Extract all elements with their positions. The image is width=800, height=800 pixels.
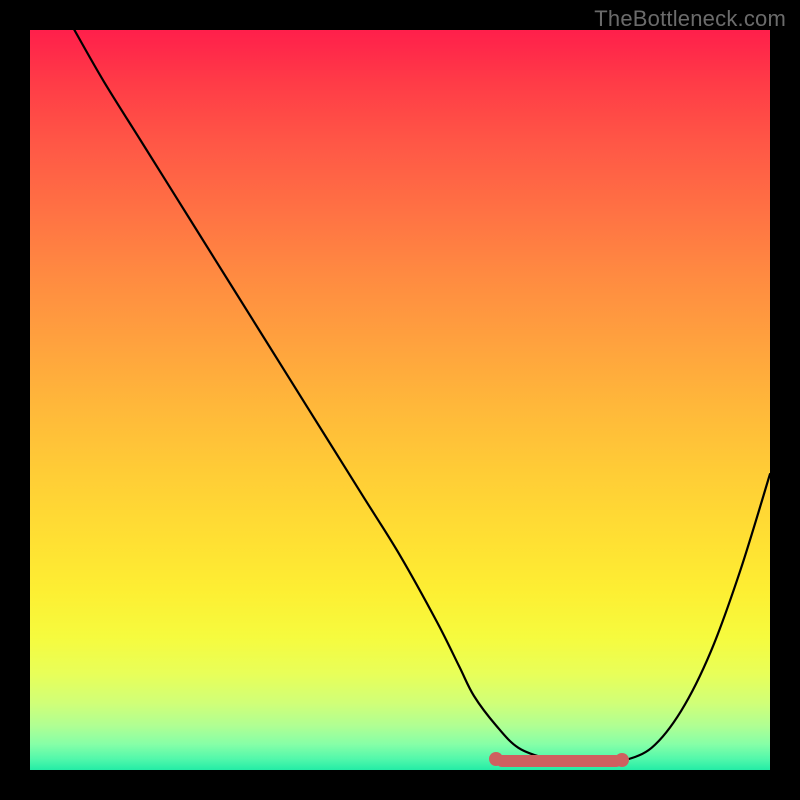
chart-frame: TheBottleneck.com <box>0 0 800 800</box>
highlight-end-dot-icon <box>615 753 629 767</box>
watermark-text: TheBottleneck.com <box>594 6 786 32</box>
plot-area <box>30 30 770 770</box>
highlight-segment <box>496 755 622 767</box>
minimum-highlight <box>30 30 770 770</box>
